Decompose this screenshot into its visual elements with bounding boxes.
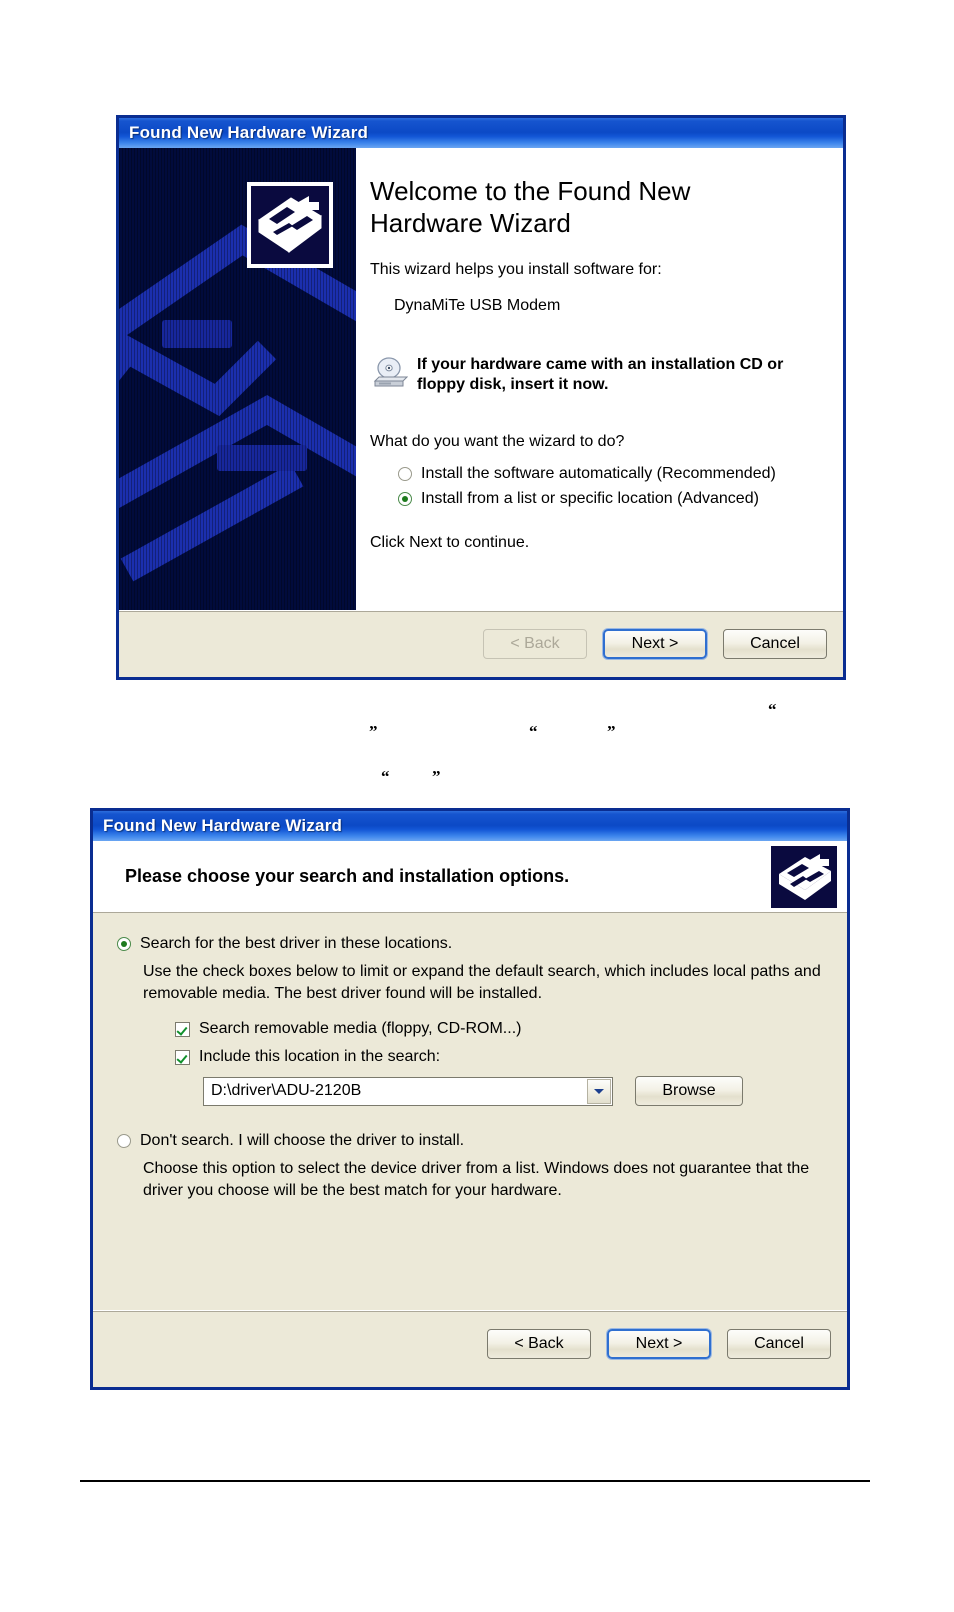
options-header: Please choose your search and installati… <box>93 841 847 913</box>
stray-quote-2: ” <box>369 722 378 741</box>
welcome-main-panel: Welcome to the Found New Hardware Wizard… <box>356 148 843 610</box>
click-next-text: Click Next to continue. <box>370 534 530 552</box>
options-button-bar: < Back Next > Cancel <box>93 1310 847 1377</box>
welcome-intro-text: This wizard helps you install software f… <box>370 261 662 279</box>
stray-quote-4: ” <box>607 722 616 741</box>
welcome-sidebar-banner <box>119 148 356 610</box>
hardware-wizard-icon-glyph <box>258 196 322 253</box>
location-path-value: D:\driver\ADU-2120B <box>211 1082 362 1100</box>
checkbox-label-search-removable-media: Search removable media (floppy, CD-ROM..… <box>199 1020 522 1038</box>
installation-cd-notice: If your hardware came with an installati… <box>370 355 819 395</box>
installation-cd-notice-text: If your hardware came with an installati… <box>417 356 784 394</box>
options-titlebar: Found New Hardware Wizard <box>93 811 847 841</box>
welcome-button-bar: < Back Next > Cancel <box>119 610 843 677</box>
radio-label-search-best-driver: Search for the best driver in these loca… <box>140 935 453 952</box>
location-path-row: D:\driver\ADU-2120B Browse <box>203 1076 823 1107</box>
welcome-window-title: Found New Hardware Wizard <box>129 123 369 142</box>
checkbox-label-include-this-location: Include this location in the search: <box>199 1048 441 1066</box>
options-window-title: Found New Hardware Wizard <box>103 816 343 835</box>
checkbox-icon-search-removable-media[interactable] <box>175 1021 190 1037</box>
checkbox-search-removable-media[interactable]: Search removable media (floppy, CD-ROM..… <box>175 1020 823 1038</box>
welcome-body: Welcome to the Found New Hardware Wizard… <box>119 148 843 610</box>
found-new-hardware-wizard-options-window: Found New Hardware Wizard Please choose … <box>90 808 850 1390</box>
back-button[interactable]: < Back <box>483 629 587 659</box>
radio-label-install-from-list: Install from a list or specific location… <box>421 490 759 508</box>
page-footer-rule <box>80 1480 870 1482</box>
welcome-heading: Welcome to the Found New Hardware Wizard <box>370 176 691 238</box>
stray-quote-1: “ <box>768 700 777 719</box>
wizard-question-text: What do you want the wizard to do? <box>370 433 625 451</box>
hardware-wizard-icon <box>247 182 333 268</box>
hardware-wizard-header-icon-glyph <box>779 853 831 900</box>
chevron-down-icon[interactable] <box>587 1078 611 1104</box>
radio-icon-dont-search[interactable] <box>117 1134 131 1149</box>
device-name-text: DynaMiTe USB Modem <box>394 297 561 315</box>
radio-icon-install-from-list[interactable] <box>398 492 412 507</box>
search-option-description: Use the check boxes below to limit or ex… <box>143 963 821 1002</box>
cancel-button[interactable]: Cancel <box>723 629 827 659</box>
next-button[interactable]: Next > <box>607 1329 711 1359</box>
radio-label-dont-search: Don't search. I will choose the driver t… <box>140 1132 465 1150</box>
next-button[interactable]: Next > <box>603 629 707 659</box>
welcome-titlebar: Found New Hardware Wizard <box>119 118 843 148</box>
browse-button[interactable]: Browse <box>635 1076 743 1107</box>
radio-option-search-best-driver[interactable]: Search for the best driver in these loca… <box>117 935 823 953</box>
stray-quote-5: “ <box>381 767 390 786</box>
checkbox-icon-include-this-location[interactable] <box>175 1049 190 1065</box>
options-header-title: Please choose your search and installati… <box>125 866 570 886</box>
radio-option-dont-search[interactable]: Don't search. I will choose the driver t… <box>117 1132 823 1150</box>
checkbox-include-this-location[interactable]: Include this location in the search: <box>175 1048 823 1066</box>
radio-icon-install-automatically[interactable] <box>398 467 412 482</box>
manual-option-description: Choose this option to select the device … <box>143 1160 810 1199</box>
radio-option-install-from-list[interactable]: Install from a list or specific location… <box>398 490 819 508</box>
cd-drive-icon <box>373 357 408 387</box>
found-new-hardware-wizard-welcome-window: Found New Hardware Wizard Welcome to the… <box>116 115 846 680</box>
options-body: Search for the best driver in these loca… <box>93 913 847 1310</box>
stray-quote-3: “ <box>529 722 538 741</box>
stray-quote-6: ” <box>432 767 441 786</box>
radio-label-install-automatically: Install the software automatically (Reco… <box>421 465 776 483</box>
radio-icon-search-best-driver[interactable] <box>117 937 131 951</box>
hardware-wizard-header-icon <box>771 845 837 908</box>
radio-option-install-automatically[interactable]: Install the software automatically (Reco… <box>398 465 819 483</box>
cancel-button[interactable]: Cancel <box>727 1329 831 1359</box>
back-button[interactable]: < Back <box>487 1329 591 1359</box>
location-path-combobox[interactable]: D:\driver\ADU-2120B <box>203 1076 613 1106</box>
